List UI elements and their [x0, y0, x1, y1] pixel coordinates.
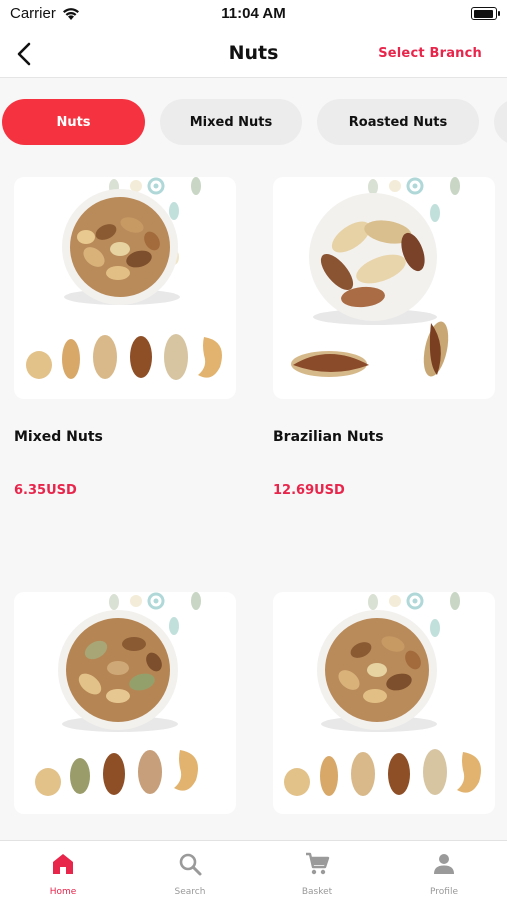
tab-profile-label: Profile: [430, 887, 458, 897]
select-branch-button[interactable]: Select Branch: [378, 46, 482, 61]
home-icon: [50, 851, 76, 877]
cart-icon: [304, 851, 330, 877]
status-bar: Carrier 11:04 AM: [0, 0, 507, 30]
chip-more[interactable]: [494, 99, 507, 145]
product-name: Mixed Nuts: [14, 429, 103, 445]
chip-roasted-nuts[interactable]: Roasted Nuts: [317, 99, 479, 145]
product-image-brazilian-nuts[interactable]: [273, 177, 495, 399]
tab-basket[interactable]: Basket: [254, 841, 380, 900]
chip-nuts[interactable]: Nuts: [2, 99, 145, 145]
search-icon: [177, 851, 203, 877]
clock: 11:04 AM: [221, 5, 286, 22]
tab-home[interactable]: Home: [0, 841, 126, 900]
tab-search[interactable]: Search: [127, 841, 253, 900]
category-chips: Nuts Mixed Nuts Roasted Nuts: [0, 99, 507, 145]
tab-profile[interactable]: Profile: [381, 841, 507, 900]
product-image-mixed-nuts-2[interactable]: [273, 592, 495, 814]
tab-home-label: Home: [49, 887, 77, 897]
battery-icon: [471, 7, 500, 20]
chip-mixed-nuts[interactable]: Mixed Nuts: [160, 99, 302, 145]
tab-search-label: Search: [174, 887, 206, 897]
tab-bar: Home Search Basket Profile: [0, 840, 507, 900]
product-image-mixed-nuts-pistachio[interactable]: [14, 592, 236, 814]
navigation-bar: Nuts Select Branch: [0, 30, 507, 78]
product-image-mixed-nuts[interactable]: [14, 177, 236, 399]
product-name: Brazilian Nuts: [273, 429, 384, 445]
profile-icon: [431, 851, 457, 877]
product-price: 6.35USD: [14, 483, 77, 498]
product-price: 12.69USD: [273, 483, 345, 498]
tab-basket-label: Basket: [301, 887, 333, 897]
